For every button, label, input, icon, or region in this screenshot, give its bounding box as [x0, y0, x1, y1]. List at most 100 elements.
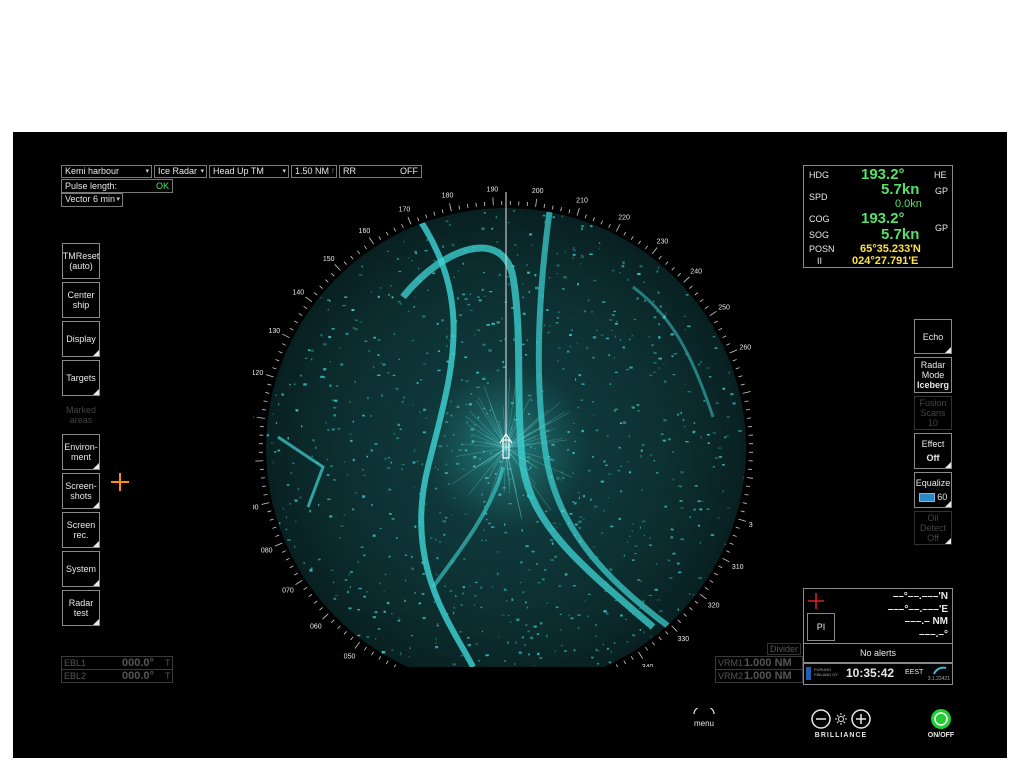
oil-label: Oil Detect: [919, 513, 946, 533]
display-button[interactable]: Display: [62, 321, 100, 357]
echo-speckle: [572, 249, 576, 252]
echo-speckle: [554, 555, 558, 558]
radar-type-dropdown[interactable]: Ice Radar ▾: [154, 165, 207, 178]
echo-speckle: [465, 380, 469, 383]
echo-speckle: [442, 520, 446, 523]
echo-speckle: [482, 377, 486, 381]
bearing-tick: [740, 510, 745, 513]
center-ship-button[interactable]: Center ship: [62, 282, 100, 318]
bearing-tick: [535, 198, 537, 207]
echo-speckle: [643, 534, 645, 537]
echo-speckle: [622, 261, 625, 264]
brilliance-decrease-icon[interactable]: [811, 709, 831, 729]
bearing-label: 260: [739, 344, 751, 351]
screenshots-button[interactable]: Screen- shots: [62, 473, 100, 509]
fusion-scans-button[interactable]: Fusion Scans 10: [914, 396, 952, 430]
pi-button[interactable]: PI: [807, 613, 835, 641]
equalize-button[interactable]: Equalize 60: [914, 472, 952, 508]
divider-label[interactable]: Divider: [767, 643, 802, 655]
marked-areas-button[interactable]: Marked areas: [62, 399, 100, 431]
echo-label: Echo: [922, 331, 944, 342]
echo-speckle: [331, 399, 334, 401]
bearing-tick: [281, 550, 286, 553]
bearing-tick: [337, 625, 341, 629]
echo-speckle: [516, 254, 519, 256]
alerts-panel[interactable]: No alerts: [803, 643, 953, 663]
echo-speckle: [340, 363, 344, 366]
echo-speckle: [537, 582, 541, 584]
bearing-tick: [363, 646, 367, 651]
echo-speckle: [379, 582, 382, 585]
targets-button[interactable]: Targets: [62, 360, 100, 396]
bearing-label: 120: [253, 370, 263, 377]
echo-speckle: [338, 536, 341, 539]
bearing-tick: [363, 245, 367, 250]
ebl2-readout[interactable]: EBL2 000.0° T: [61, 669, 173, 683]
echo-speckle: [277, 449, 281, 452]
radar-screen: Kemi harbour ▾ Ice Radar ▾ Head Up TM ▾ …: [13, 132, 1007, 758]
equalize-slider[interactable]: [918, 493, 935, 503]
echo-speckle: [476, 371, 479, 374]
crosshair-cursor-icon: [111, 473, 129, 491]
tmreset-button[interactable]: TMReset (auto): [62, 243, 100, 279]
echo-speckle: [349, 586, 351, 589]
vrm2-readout[interactable]: VRM2 1.000 NM: [715, 669, 803, 683]
echo-speckle: [536, 521, 539, 523]
echo-speckle: [600, 334, 604, 336]
echo-speckle: [687, 325, 691, 328]
echo-speckle: [461, 379, 463, 381]
echo-speckle: [464, 449, 468, 452]
echo-speckle: [622, 421, 627, 424]
echo-speckle: [486, 323, 490, 326]
echo-speckle: [318, 504, 320, 506]
environment-button[interactable]: Environ- ment: [62, 434, 100, 470]
echo-speckle: [515, 641, 518, 644]
echo-speckle: [352, 458, 355, 462]
bearing-tick: [417, 217, 420, 222]
echo-speckle: [499, 340, 502, 342]
effect-button[interactable]: Effect Off: [914, 433, 952, 469]
vrm1-readout[interactable]: VRM1 1.000 NM: [715, 656, 803, 670]
bearing-tick: [722, 335, 727, 339]
radar-ppi-display[interactable]: 0000100200300400500600700800901001101201…: [253, 167, 753, 667]
bearing-label: 340: [642, 664, 654, 667]
echo-speckle: [411, 260, 413, 262]
echo-speckle: [496, 321, 500, 324]
vector-dropdown[interactable]: Vector 6 min ▾: [61, 193, 123, 207]
oil-detect-button[interactable]: Oil Detect Off: [914, 511, 952, 545]
furuno-logo-icon: [806, 667, 811, 680]
echo-speckle: [452, 611, 455, 615]
location-dropdown[interactable]: Kemi harbour ▾: [61, 165, 152, 178]
power-button[interactable]: ON/OFF: [923, 708, 959, 739]
system-button[interactable]: System: [62, 551, 100, 587]
echo-speckle: [525, 545, 529, 548]
echo-speckle: [320, 333, 323, 337]
brilliance-increase-icon[interactable]: [851, 709, 871, 729]
echo-speckle: [671, 528, 674, 531]
echo-speckle: [642, 520, 646, 523]
echo-speckle: [574, 523, 578, 526]
echo-speckle: [326, 458, 328, 461]
ebl1-readout[interactable]: EBL1 000.0° T: [61, 656, 173, 670]
echo-speckle: [609, 568, 613, 571]
echo-speckle: [365, 591, 368, 593]
echo-speckle: [391, 518, 395, 520]
menu-button[interactable]: menu: [688, 705, 720, 728]
bearing-label: 080: [261, 548, 273, 555]
echo-speckle: [337, 427, 341, 430]
echo-speckle: [485, 654, 489, 657]
cursor-latitude: ––°––.–––'N: [892, 591, 948, 602]
echo-speckle: [309, 569, 313, 572]
screen-rec-button[interactable]: Screen rec.: [62, 512, 100, 548]
bearing-tick: [608, 223, 611, 228]
echo-speckle: [639, 580, 642, 582]
echo-speckle: [387, 372, 390, 374]
echo-speckle: [408, 310, 410, 312]
radar-mode-button[interactable]: Radar Mode Iceberg: [914, 357, 952, 393]
radar-test-button[interactable]: Radar test: [62, 590, 100, 626]
echo-speckle: [545, 634, 548, 638]
echo-speckle: [357, 609, 361, 611]
echo-button[interactable]: Echo: [914, 319, 952, 354]
echo-speckle: [712, 336, 716, 338]
echo-speckle: [446, 445, 449, 447]
